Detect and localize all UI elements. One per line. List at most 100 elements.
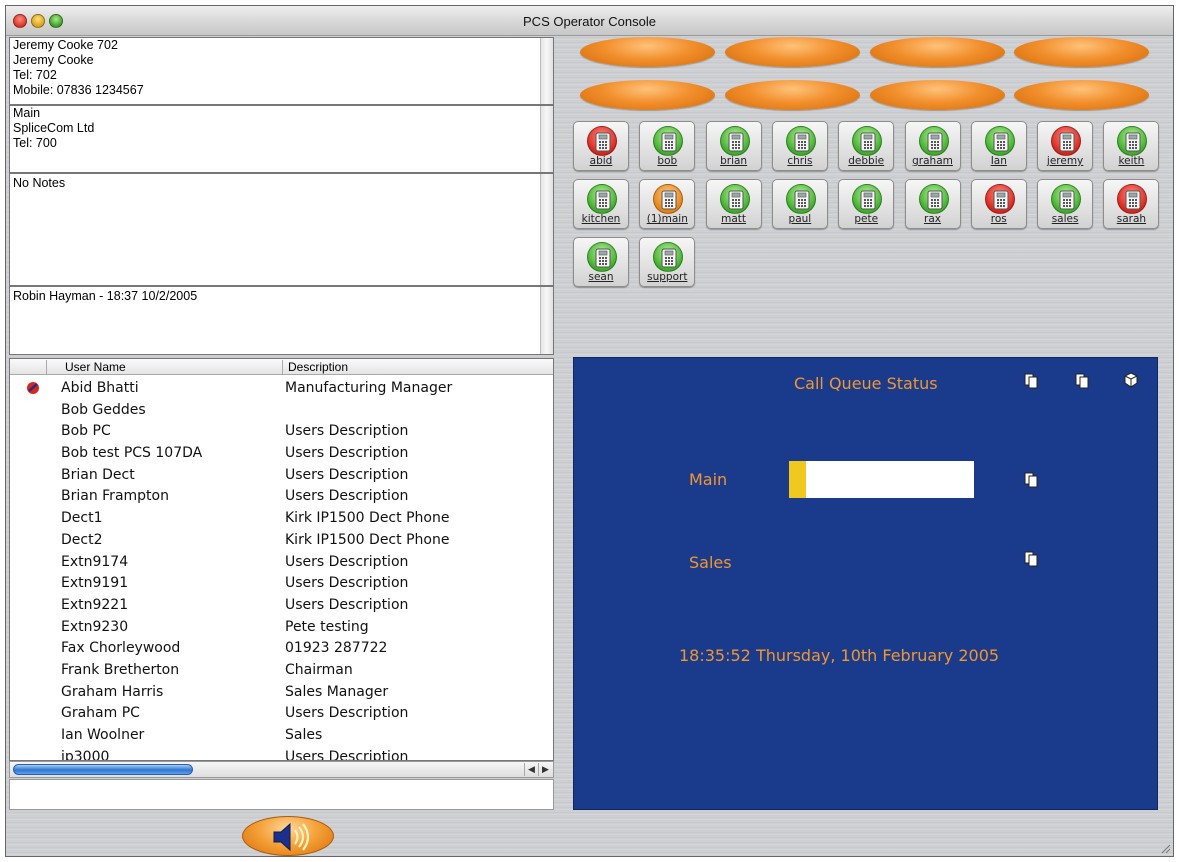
window-title: PCS Operator Console <box>523 14 656 29</box>
extension-button[interactable]: sarah <box>1103 179 1160 229</box>
phone-status-icon <box>719 184 750 214</box>
description-cell: Manufacturing Manager <box>285 380 453 396</box>
notes-box[interactable]: No Notes <box>9 173 554 286</box>
contact-line: Tel: 702 <box>13 68 57 82</box>
table-row[interactable]: Ian Woolner Sales <box>10 725 553 747</box>
description-cell: Sales <box>285 727 323 743</box>
speaker-button[interactable] <box>242 816 334 856</box>
call-history-entry: Robin Hayman - 18:37 10/2/2005 <box>13 289 198 303</box>
settings-cube-icon[interactable] <box>1123 372 1139 388</box>
scroll-left-arrow-icon[interactable]: ◀ <box>524 763 538 776</box>
table-row[interactable]: Extn9221 Users Description <box>10 595 553 617</box>
table-row[interactable]: Frank Bretherton Chairman <box>10 660 553 682</box>
notes-scrollbar[interactable] <box>540 174 553 285</box>
phone-status-icon <box>785 184 816 214</box>
extension-button[interactable]: kitchen <box>573 179 629 229</box>
extension-button[interactable]: sean <box>573 237 629 287</box>
speed-dial-oval-button[interactable] <box>1014 37 1149 67</box>
queue-name-main: Main <box>689 470 728 489</box>
table-row[interactable]: Dect2 Kirk IP1500 Dect Phone <box>10 530 553 552</box>
speed-dial-oval-button[interactable] <box>725 37 860 67</box>
extension-button[interactable]: graham <box>904 121 961 171</box>
copy-icon[interactable] <box>1023 472 1039 488</box>
user-name-cell: Bob Geddes <box>61 401 146 418</box>
scrollbar-thumb[interactable] <box>13 764 193 775</box>
extension-label: sean <box>588 271 614 283</box>
table-row[interactable]: Bob Geddes <box>10 400 553 422</box>
extension-label: support <box>647 271 688 283</box>
contact-line: Mobile: 07836 1234567 <box>13 83 144 97</box>
extension-label: debbie <box>848 155 885 167</box>
speed-dial-oval-button[interactable] <box>1014 80 1149 110</box>
table-row[interactable]: Graham Harris Sales Manager <box>10 682 553 704</box>
speed-dial-oval-button[interactable] <box>580 37 715 67</box>
queue-clock: 18:35:52 Thursday, 10th February 2005 <box>679 646 1000 665</box>
user-name-cell: Extn9230 <box>61 618 129 635</box>
extension-button[interactable]: matt <box>705 179 762 229</box>
column-header-user-name[interactable]: User Name <box>65 360 126 374</box>
contact-scrollbar[interactable] <box>540 38 553 104</box>
description-cell: Users Description <box>285 488 409 505</box>
table-row[interactable]: Extn9174 Users Description <box>10 552 553 574</box>
phone-status-icon <box>852 126 883 156</box>
extension-button[interactable]: rax <box>904 179 961 229</box>
table-row[interactable]: Brian Frampton Users Description <box>10 486 553 508</box>
extension-button[interactable]: bob <box>639 121 696 171</box>
resize-grip-icon[interactable] <box>1159 842 1171 854</box>
copy-icon[interactable] <box>1023 551 1039 567</box>
table-row[interactable]: Graham PC Users Description <box>10 703 553 725</box>
table-row[interactable]: Dect1 Kirk IP1500 Dect Phone <box>10 508 553 530</box>
speed-dial-oval-button[interactable] <box>725 80 860 110</box>
extension-button[interactable]: ros <box>970 179 1027 229</box>
user-name-cell: Graham Harris <box>61 683 164 700</box>
phone-status-icon <box>1117 126 1148 156</box>
user-name-cell: Graham PC <box>61 705 140 722</box>
extension-button[interactable]: jeremy <box>1037 121 1094 171</box>
dial-input-field[interactable] <box>9 779 554 810</box>
contact-details-box: Jeremy Cooke 702 Jeremy Cooke Tel: 702 M… <box>9 37 554 105</box>
speed-dial-oval-button[interactable] <box>870 37 1005 67</box>
table-horizontal-scrollbar[interactable]: ◀ ▶ <box>9 761 554 778</box>
history-scrollbar[interactable] <box>540 287 553 354</box>
speed-dial-oval-button[interactable] <box>870 80 1005 110</box>
extension-button[interactable]: pete <box>838 179 895 229</box>
table-row[interactable]: Extn9191 Users Description <box>10 573 553 595</box>
extension-button[interactable]: keith <box>1103 121 1160 171</box>
user-name-cell: Extn9174 <box>61 553 129 570</box>
table-row[interactable]: Abid Bhatti Manufacturing Manager <box>10 378 553 400</box>
description-cell: Users Description <box>285 423 409 440</box>
call-history-box: Robin Hayman - 18:37 10/2/2005 <box>9 286 554 355</box>
extension-button[interactable]: debbie <box>838 121 895 171</box>
table-row[interactable]: Brian Dect Users Description <box>10 465 553 487</box>
copy-icon[interactable] <box>1074 373 1090 389</box>
contact-line: Jeremy Cooke 702 <box>13 38 118 52</box>
column-header-description[interactable]: Description <box>288 360 348 374</box>
extension-button[interactable]: Ian <box>970 121 1027 171</box>
extension-label: jeremy <box>1046 155 1084 167</box>
description-cell: Users Description <box>285 466 409 483</box>
extension-button[interactable]: (1)main <box>639 179 696 229</box>
company-scrollbar[interactable] <box>540 106 553 172</box>
extension-button[interactable]: paul <box>771 179 828 229</box>
phone-status-icon <box>653 184 684 214</box>
phone-status-icon <box>984 126 1015 156</box>
extension-button[interactable]: brian <box>705 121 762 171</box>
company-details-box: Main SpliceCom Ltd Tel: 700 <box>9 105 554 173</box>
extension-button[interactable]: sales <box>1037 179 1094 229</box>
scroll-right-arrow-icon[interactable]: ▶ <box>538 763 552 776</box>
extension-label: rax <box>924 213 941 225</box>
speed-dial-oval-button[interactable] <box>580 80 715 110</box>
extension-button[interactable]: abid <box>573 121 629 171</box>
phone-status-icon <box>1051 184 1082 214</box>
table-row[interactable]: Bob PC Users Description <box>10 421 553 443</box>
notes-text: No Notes <box>13 176 66 190</box>
extension-button[interactable]: chris <box>771 121 828 171</box>
table-row[interactable]: Fax Chorleywood 01923 287722 <box>10 638 553 660</box>
table-row[interactable]: ip3000 Users Description <box>10 747 553 760</box>
phone-status-icon <box>587 126 617 156</box>
extension-button[interactable]: support <box>639 237 696 287</box>
table-row[interactable]: Extn9230 Pete testing <box>10 617 553 639</box>
copy-icon[interactable] <box>1023 373 1039 389</box>
table-row[interactable]: Bob test PCS 107DA Users Description <box>10 443 553 465</box>
extension-label: chris <box>787 155 813 167</box>
